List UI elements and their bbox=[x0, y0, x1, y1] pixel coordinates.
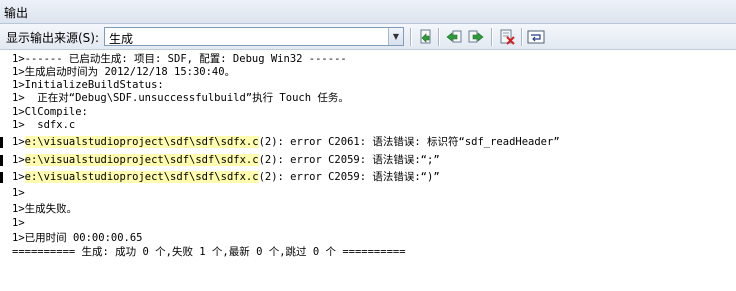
toggle-wordwrap-button[interactable] bbox=[527, 28, 545, 46]
line-prefix: 1> bbox=[12, 171, 25, 183]
line-prefix: 1> bbox=[12, 154, 25, 166]
output-line: 1>ClCompile: bbox=[12, 106, 88, 118]
error-marker bbox=[0, 172, 3, 183]
error-line[interactable]: 1>e:\visualstudioproject\sdf\sdf\sdfx.c(… bbox=[0, 136, 560, 149]
error-file-path[interactable]: e:\visualstudioproject\sdf\sdf\sdfx.c bbox=[24, 171, 259, 183]
clear-all-button[interactable] bbox=[498, 28, 516, 46]
error-marker bbox=[0, 137, 3, 148]
toolbar-separator bbox=[438, 28, 439, 46]
line-prefix: 1> bbox=[12, 136, 25, 148]
next-message-button[interactable] bbox=[467, 28, 485, 46]
error-line[interactable]: 1>e:\visualstudioproject\sdf\sdf\sdfx.c(… bbox=[0, 154, 440, 167]
output-line: 1> sdfx.c bbox=[12, 119, 76, 131]
goto-location-icon bbox=[420, 29, 431, 44]
panel-title: 输出 bbox=[4, 6, 29, 20]
toolbar-separator bbox=[491, 28, 492, 46]
output-source-select[interactable]: 生成 ▼ bbox=[104, 27, 404, 46]
output-source-label: 显示输出来源(S): bbox=[6, 31, 100, 45]
output-text-area[interactable]: 1>------ 已启动生成: 项目: SDF, 配置: Debug Win32… bbox=[0, 50, 736, 291]
output-line: 1>生成启动时间为 2012/12/18 15:30:40。 bbox=[12, 66, 236, 78]
error-message: (2): error C2059: 语法错误:“)” bbox=[258, 171, 440, 183]
output-panel-titlebar: 输出 bbox=[0, 0, 736, 24]
clear-all-icon bbox=[500, 29, 515, 45]
output-line: 1> 正在对“Debug\SDF.unsuccessfulbuild”执行 To… bbox=[12, 92, 349, 104]
output-line: 1> bbox=[12, 187, 25, 199]
output-line: 1>已用时间 00:00:00.65 bbox=[12, 232, 143, 244]
prev-message-icon bbox=[446, 30, 462, 43]
prev-message-button[interactable] bbox=[445, 28, 463, 46]
build-summary-line: ========== 生成: 成功 0 个,失败 1 个,最新 0 个,跳过 0… bbox=[12, 246, 406, 258]
error-marker bbox=[0, 155, 3, 166]
error-file-path[interactable]: e:\visualstudioproject\sdf\sdf\sdfx.c bbox=[24, 154, 259, 166]
error-message: (2): error C2061: 语法错误: 标识符“sdf_readHead… bbox=[258, 136, 560, 148]
error-file-path[interactable]: e:\visualstudioproject\sdf\sdf\sdfx.c bbox=[24, 136, 259, 148]
error-message: (2): error C2059: 语法错误:“;” bbox=[258, 154, 440, 166]
toolbar-separator bbox=[410, 28, 411, 46]
error-line[interactable]: 1>e:\visualstudioproject\sdf\sdf\sdfx.c(… bbox=[0, 171, 440, 184]
next-message-icon bbox=[468, 30, 484, 43]
chevron-down-icon[interactable]: ▼ bbox=[388, 28, 403, 45]
goto-location-button[interactable] bbox=[416, 28, 434, 46]
output-source-value: 生成 bbox=[109, 32, 134, 46]
output-line: 1>InitializeBuildStatus: bbox=[12, 79, 164, 91]
output-line: 1> bbox=[12, 217, 25, 229]
output-line: 1>生成失败。 bbox=[12, 203, 78, 215]
output-line: 1>------ 已启动生成: 项目: SDF, 配置: Debug Win32… bbox=[12, 53, 347, 65]
toolbar-separator bbox=[521, 28, 522, 46]
wordwrap-icon bbox=[527, 30, 545, 44]
output-toolbar: 显示输出来源(S): 生成 ▼ bbox=[0, 24, 736, 50]
